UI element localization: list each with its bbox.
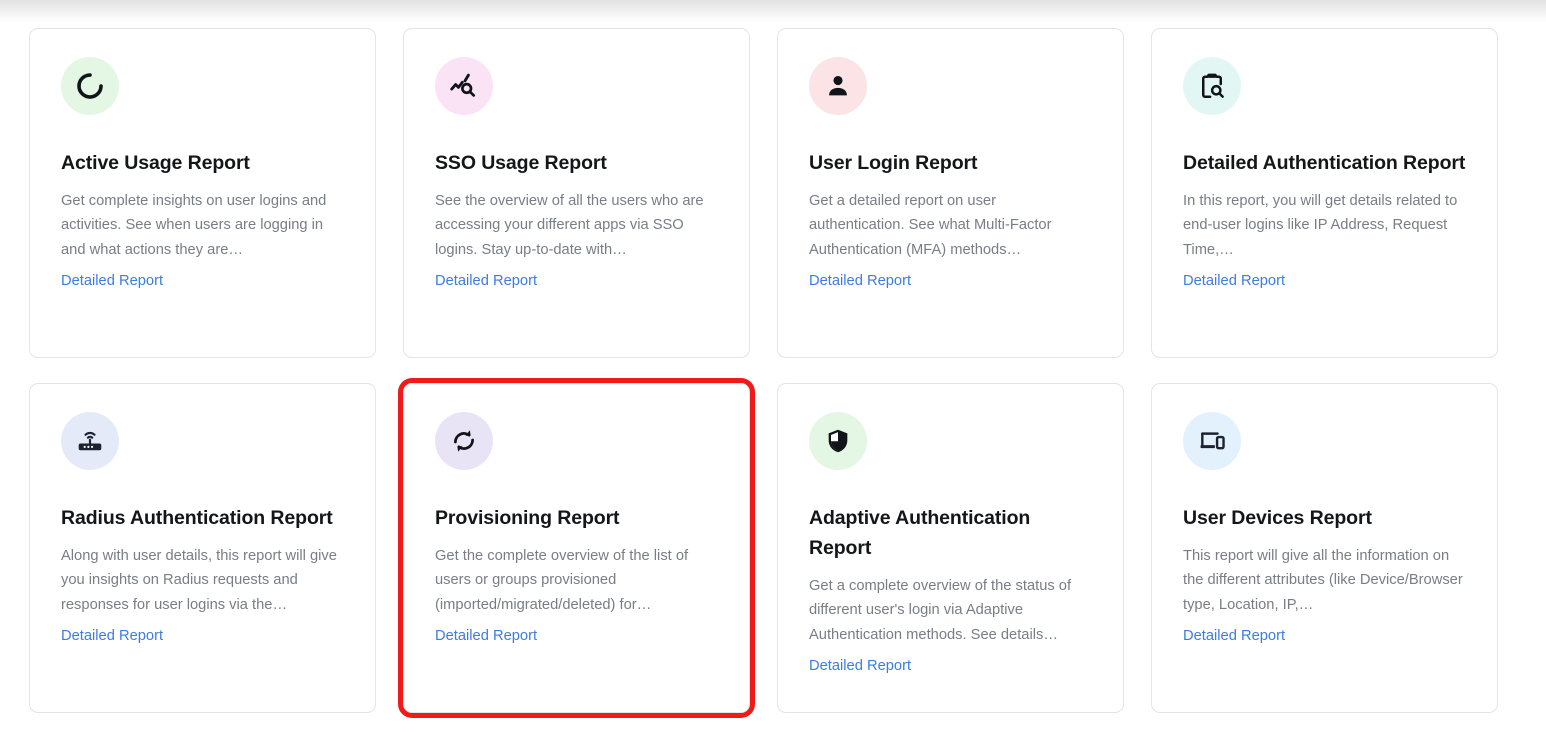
report-card-title: Detailed Authentication Report — [1183, 148, 1467, 178]
report-card-description: Get a detailed report on user authentica… — [809, 189, 1093, 262]
detailed-report-link[interactable]: Detailed Report — [435, 270, 537, 292]
report-card-description: Get complete insights on user logins and… — [61, 189, 345, 262]
detailed-report-link[interactable]: Detailed Report — [809, 655, 911, 677]
report-card-description: See the overview of all the users who ar… — [435, 189, 719, 262]
report-card-title: SSO Usage Report — [435, 148, 719, 178]
report-card-description: Get the complete overview of the list of… — [435, 544, 719, 617]
detailed-report-link[interactable]: Detailed Report — [61, 625, 163, 647]
report-card-user-devices-report[interactable]: User Devices Report This report will giv… — [1151, 383, 1498, 713]
report-card-adaptive-authentication-report[interactable]: Adaptive Authentication Report Get a com… — [777, 383, 1124, 713]
detailed-report-link[interactable]: Detailed Report — [1183, 625, 1285, 647]
sync-arrows-icon — [435, 412, 493, 470]
report-card-description: This report will give all the informatio… — [1183, 544, 1467, 617]
report-card-provisioning-report[interactable]: Provisioning Report Get the complete ove… — [403, 383, 750, 713]
detailed-report-link[interactable]: Detailed Report — [809, 270, 911, 292]
report-card-radius-authentication-report[interactable]: Radius Authentication Report Along with … — [29, 383, 376, 713]
user-icon — [809, 57, 867, 115]
detailed-report-link[interactable]: Detailed Report — [1183, 270, 1285, 292]
report-card-detailed-authentication-report[interactable]: Detailed Authentication Report In this r… — [1151, 28, 1498, 358]
reports-card-grid: Active Usage Report Get complete insight… — [29, 28, 1499, 713]
detailed-report-link[interactable]: Detailed Report — [435, 625, 537, 647]
report-card-title: User Devices Report — [1183, 503, 1467, 533]
report-card-sso-usage-report[interactable]: SSO Usage Report See the overview of all… — [403, 28, 750, 358]
detailed-report-link[interactable]: Detailed Report — [61, 270, 163, 292]
router-icon — [61, 412, 119, 470]
report-card-title: Adaptive Authentication Report — [809, 503, 1093, 563]
report-card-title: Active Usage Report — [61, 148, 345, 178]
report-card-description: In this report, you will get details rel… — [1183, 189, 1467, 262]
report-card-title: Provisioning Report — [435, 503, 719, 533]
clipboard-search-icon — [1183, 57, 1241, 115]
devices-icon — [1183, 412, 1241, 470]
analytics-search-icon — [435, 57, 493, 115]
report-card-title: User Login Report — [809, 148, 1093, 178]
progress-ring-icon — [61, 57, 119, 115]
shield-icon — [809, 412, 867, 470]
report-card-title: Radius Authentication Report — [61, 503, 345, 533]
report-card-description: Along with user details, this report wil… — [61, 544, 345, 617]
top-gradient-strip — [0, 0, 1546, 24]
report-card-description: Get a complete overview of the status of… — [809, 574, 1093, 647]
report-card-active-usage-report[interactable]: Active Usage Report Get complete insight… — [29, 28, 376, 358]
report-card-user-login-report[interactable]: User Login Report Get a detailed report … — [777, 28, 1124, 358]
